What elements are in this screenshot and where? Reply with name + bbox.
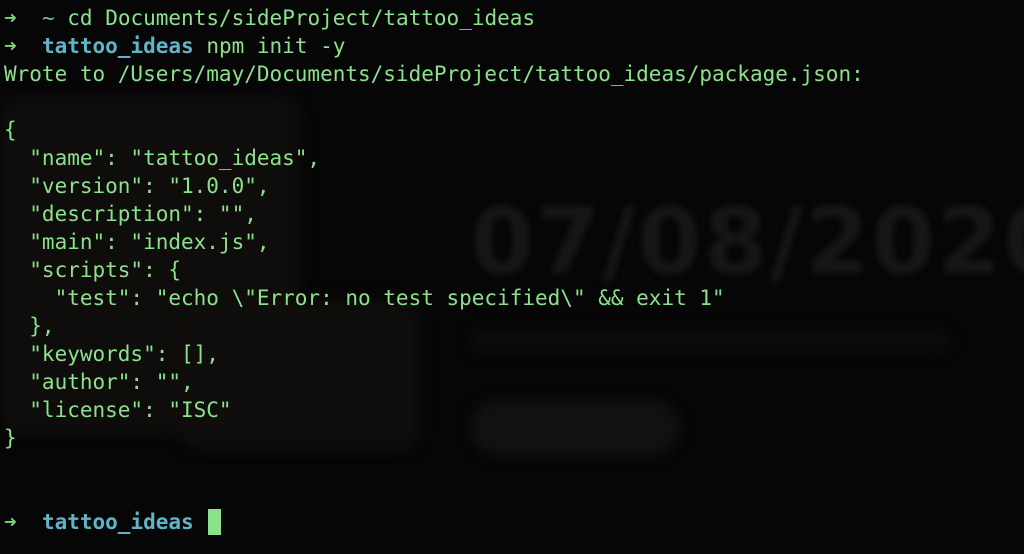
terminal-output: ➜ ~ cd Documents/sideProject/tattoo_idea… (4, 4, 1020, 536)
prompt-arrow-icon: ➜ (4, 34, 17, 58)
text-cursor (208, 509, 222, 535)
output-line: "version": "1.0.0", (4, 174, 270, 198)
prompt-directory: ~ (41, 6, 55, 30)
output-line: "scripts": { (4, 258, 182, 282)
current-prompt-line[interactable]: ➜ tattoo_ideas (4, 508, 1020, 536)
prompt-arrow-icon: ➜ (4, 510, 17, 534)
command-line: ➜ tattoo_ideas npm init -y (4, 32, 1020, 60)
command-text: npm init -y (206, 34, 346, 58)
output-line: "license": "ISC" (4, 398, 232, 422)
output-line: "author": "", (4, 370, 194, 394)
output-line: { (4, 118, 17, 142)
prompt-arrow-icon: ➜ (4, 6, 17, 30)
output-line: } (4, 426, 17, 450)
prompt-directory: tattoo_ideas (41, 510, 194, 534)
output-line: Wrote to /Users/may/Documents/sideProjec… (4, 62, 864, 86)
command-line: ➜ ~ cd Documents/sideProject/tattoo_idea… (4, 4, 1020, 32)
command-text: cd Documents/sideProject/tattoo_ideas (67, 6, 536, 30)
output-line: "name": "tattoo_ideas", (4, 146, 321, 170)
output-line: "description": "", (4, 202, 257, 226)
terminal-window[interactable]: 07/08/2020 ➜ ~ cd Documents/sideProject/… (0, 0, 1024, 554)
output-line: "keywords": [], (4, 342, 219, 366)
prompt-directory: tattoo_ideas (41, 34, 194, 58)
output-line: "test": "echo \"Error: no test specified… (4, 286, 725, 310)
output-line: }, (4, 314, 55, 338)
output-line: "main": "index.js", (4, 230, 270, 254)
